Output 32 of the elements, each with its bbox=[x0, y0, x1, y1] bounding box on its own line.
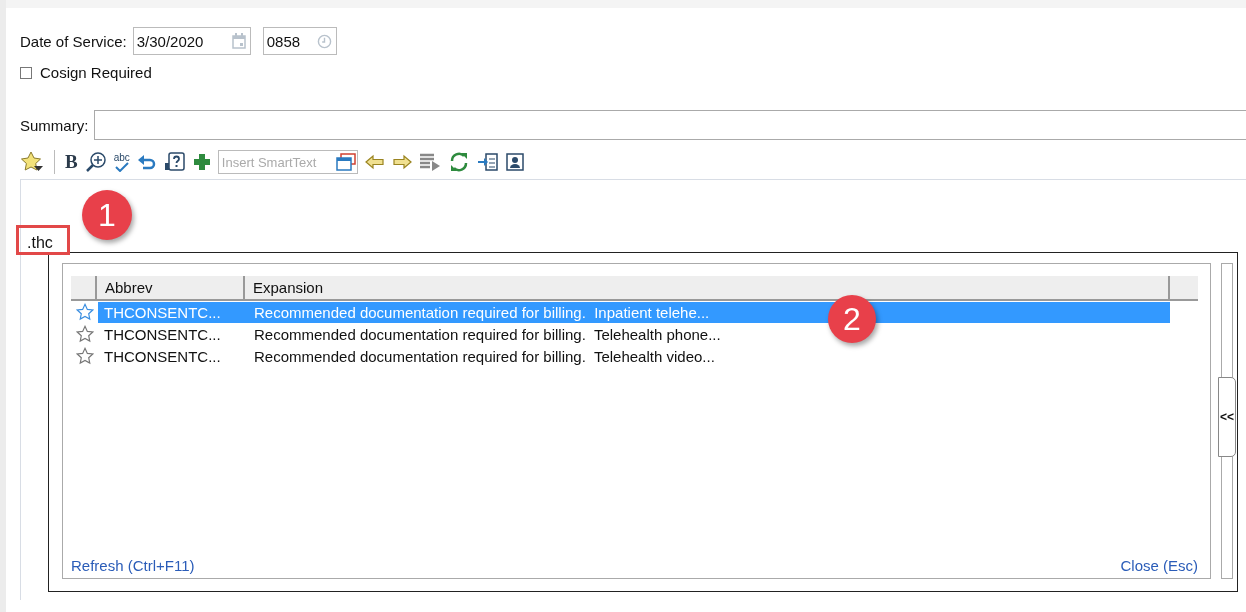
refresh-link[interactable]: Refresh (Ctrl+F11) bbox=[71, 557, 195, 574]
undo-icon[interactable] bbox=[136, 152, 157, 172]
arrow-left-icon[interactable] bbox=[364, 154, 385, 170]
bold-button[interactable]: B bbox=[65, 151, 78, 173]
window-icon[interactable] bbox=[335, 153, 356, 171]
date-field[interactable]: 3/30/2020 bbox=[132, 27, 251, 55]
star-icon[interactable] bbox=[76, 303, 94, 321]
time-field[interactable]: 0858 bbox=[262, 27, 337, 55]
annotation-badge: 1 bbox=[82, 190, 132, 240]
collapse-tab[interactable]: << bbox=[1218, 377, 1236, 457]
zoom-in-icon[interactable] bbox=[84, 151, 107, 173]
highlight-frame bbox=[16, 225, 70, 255]
date-of-service-label: Date of Service: bbox=[20, 32, 127, 50]
help-icon[interactable] bbox=[163, 151, 186, 173]
import-icon[interactable] bbox=[476, 152, 499, 172]
list-row[interactable]: THCONSENTC... Recommended documentation required for billing. Telehealth video... bbox=[98, 345, 715, 367]
cosign-checkbox[interactable] bbox=[20, 66, 32, 79]
summary-field[interactable] bbox=[94, 110, 1246, 140]
favorite-star-icon[interactable] bbox=[20, 151, 44, 173]
editor-text: .thc bbox=[27, 234, 53, 251]
spell-check-button[interactable]: abc bbox=[113, 152, 130, 172]
contact-card-icon[interactable] bbox=[505, 153, 524, 171]
list-row[interactable]: THCONSENTC... Recommended documentation required for billing. Telehealth phone... bbox=[98, 323, 721, 345]
star-icon[interactable] bbox=[76, 347, 94, 365]
arrow-right-icon[interactable] bbox=[391, 154, 412, 170]
cosign-label: Cosign Required bbox=[40, 64, 152, 81]
lines-arrow-icon[interactable] bbox=[418, 153, 441, 171]
summary-label: Summary: bbox=[20, 116, 89, 134]
close-link[interactable]: Close (Esc) bbox=[1120, 557, 1198, 574]
star-icon[interactable] bbox=[76, 325, 94, 343]
column-header[interactable]: Abbrev bbox=[97, 276, 245, 299]
add-icon[interactable] bbox=[192, 153, 211, 171]
